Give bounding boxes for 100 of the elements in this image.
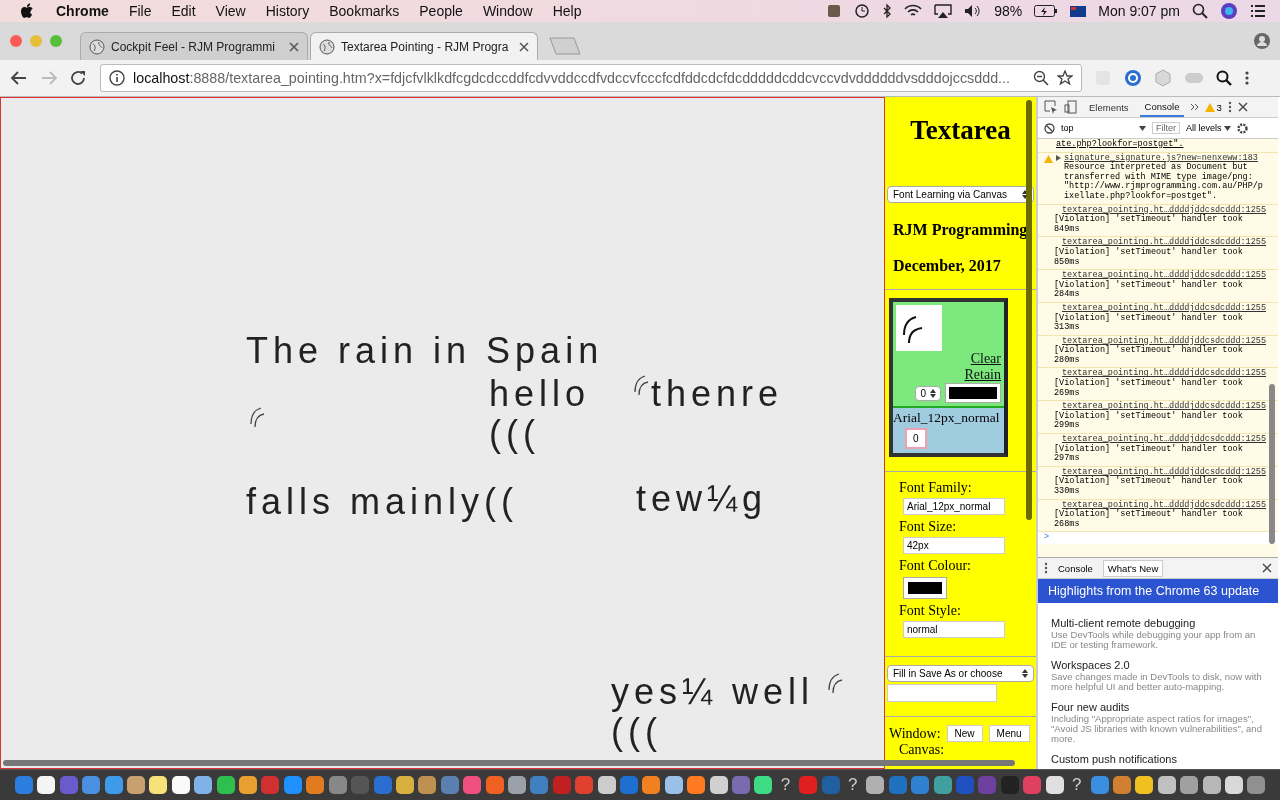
back-icon[interactable] xyxy=(10,70,28,86)
count-field[interactable]: 0 xyxy=(905,428,927,449)
more-menu-icon[interactable] xyxy=(1227,101,1232,113)
panel-button[interactable]: Menu xyxy=(988,725,1030,742)
menu-bar-item[interactable]: History xyxy=(265,3,310,19)
feature-title[interactable]: Custom push notifications xyxy=(1051,753,1270,765)
more-menu-icon[interactable] xyxy=(1044,562,1048,574)
volume-icon[interactable] xyxy=(964,4,983,18)
scrollbar[interactable] xyxy=(1026,100,1032,520)
app-icon[interactable] xyxy=(1179,775,1199,795)
drawer-tab[interactable]: Console xyxy=(1054,560,1097,576)
feature-title[interactable]: Multi-client remote debugging xyxy=(1051,617,1270,629)
clock-history-icon[interactable] xyxy=(854,3,871,19)
source-link[interactable]: textarea_pointing.ht…ddddjddcsdcddd:1255 xyxy=(1054,303,1266,314)
input-field[interactable]: 42px xyxy=(903,537,1005,554)
profile-icon[interactable] xyxy=(1254,33,1270,49)
reload-icon[interactable] xyxy=(70,70,88,86)
app-icon[interactable] xyxy=(708,775,728,795)
color-swatch[interactable] xyxy=(903,577,947,599)
app-icon[interactable] xyxy=(170,775,191,795)
input-field[interactable]: Arial_12px_normal xyxy=(903,498,1005,515)
close-icon[interactable] xyxy=(519,41,529,52)
app-icon[interactable] xyxy=(753,775,773,795)
apple-icon[interactable] xyxy=(20,3,34,19)
extension-icon[interactable] xyxy=(1124,69,1142,87)
link[interactable]: Clear xyxy=(970,351,1001,367)
flag-icon[interactable] xyxy=(1070,5,1087,17)
input-field[interactable] xyxy=(887,684,997,702)
browser-tab[interactable]: Cockpit Feel - RJM Programmi xyxy=(80,32,308,60)
app-icon[interactable] xyxy=(1201,775,1221,795)
save-dropdown[interactable]: Fill in Save As or choose xyxy=(887,665,1034,682)
siri-icon[interactable] xyxy=(1220,2,1238,20)
filter-field[interactable]: Filter xyxy=(1152,122,1180,134)
source-link[interactable]: textarea_pointing.ht…ddddjddcsdcddd:1255 xyxy=(1054,271,1266,281)
menu-bar-item[interactable]: Window xyxy=(482,3,533,19)
feature-title[interactable]: Four new audits xyxy=(1051,701,1270,713)
app-icon[interactable] xyxy=(126,775,146,795)
drawing-canvas[interactable]: The rain in Spain hello thenre ((( falls mainly(( tew¼g yes¼ well ((( xyxy=(0,97,885,769)
star-icon[interactable] xyxy=(1057,70,1073,86)
scrollbar[interactable] xyxy=(3,760,1015,766)
drawer-tab[interactable]: What's New xyxy=(1102,559,1164,577)
battery-icon[interactable] xyxy=(1034,5,1059,17)
inspect-icon[interactable] xyxy=(1044,100,1058,114)
link[interactable]: Retain xyxy=(964,367,1001,383)
unknown-app-icon[interactable]: ? xyxy=(775,775,796,795)
scrollbar[interactable] xyxy=(1269,384,1275,544)
app-icon[interactable] xyxy=(506,775,527,795)
search-icon[interactable] xyxy=(1192,3,1208,19)
bluetooth-icon[interactable] xyxy=(882,3,893,19)
devtools-tab[interactable]: Console xyxy=(1139,97,1185,117)
app-icon[interactable] xyxy=(596,775,616,795)
color-swatch[interactable] xyxy=(945,383,1001,403)
zoom-out-icon[interactable] xyxy=(1033,70,1049,86)
browser-tab[interactable]: Textarea Pointing - RJM Progra xyxy=(310,32,538,60)
app-icon[interactable] xyxy=(215,775,236,795)
wifi-icon[interactable] xyxy=(904,4,923,18)
unknown-app-icon[interactable]: ? xyxy=(843,775,863,795)
app-icon[interactable] xyxy=(1044,775,1065,795)
mode-dropdown[interactable]: Font Learning via Canvas xyxy=(887,186,1034,203)
source-link[interactable]: signature_signature.js?new=nenxeww:183 xyxy=(1064,153,1266,164)
panel-button[interactable]: New xyxy=(946,725,983,742)
airplay-icon[interactable] xyxy=(934,4,953,18)
unknown-app-icon[interactable]: ? xyxy=(1067,775,1087,795)
app-icon[interactable] xyxy=(663,775,684,795)
menu-bar-item[interactable]: View xyxy=(215,3,246,19)
menu-bar-item[interactable]: File xyxy=(128,3,152,19)
search-icon[interactable] xyxy=(1216,70,1232,86)
source-link[interactable]: textarea_pointing.ht…ddddjddcsdcddd:1255 xyxy=(1054,238,1266,248)
app-icon[interactable] xyxy=(148,775,168,795)
menu-bar-item[interactable]: Help xyxy=(552,3,582,19)
more-menu-icon[interactable] xyxy=(1244,70,1250,86)
clear-console-icon[interactable] xyxy=(1044,122,1055,134)
source-link[interactable]: textarea_pointing.ht…ddddjddcsdcddd:1255 xyxy=(1054,402,1266,412)
settings-icon[interactable] xyxy=(1237,122,1248,134)
address-bar[interactable]: localhost:8888/textarea_pointing.htm?x=fdjcfvlklkdfcgdcdccddfcdvvddccdfvdccvfcccfcdfddcdcfdcdddddcddcvccvdvddddddvsdddojccsddd... xyxy=(100,64,1082,92)
input-field[interactable]: normal xyxy=(903,621,1005,638)
list-icon[interactable] xyxy=(1250,4,1266,18)
device-icon[interactable] xyxy=(1064,100,1078,114)
chevron-icon[interactable] xyxy=(1190,101,1200,113)
context-dropdown[interactable]: top xyxy=(1061,123,1146,133)
levels-dropdown[interactable]: All levels xyxy=(1186,123,1231,133)
close-icon[interactable] xyxy=(1237,102,1248,112)
app-icon[interactable] xyxy=(238,775,258,795)
expand-arrow-icon[interactable] xyxy=(1056,154,1061,161)
console-prompt[interactable]: > xyxy=(1038,532,1278,544)
menu-app-name[interactable]: Chrome xyxy=(56,3,109,19)
app-icon[interactable] xyxy=(1134,775,1154,795)
app-icon[interactable] xyxy=(865,775,885,795)
source-link[interactable]: textarea_pointing.ht…ddddjddcsdcddd:1255 xyxy=(1054,435,1266,445)
app-icon[interactable] xyxy=(394,775,415,795)
close-icon[interactable] xyxy=(1262,563,1272,573)
feature-title[interactable]: Workspaces 2.0 xyxy=(1051,659,1270,671)
menu-bar-item[interactable]: Edit xyxy=(171,3,196,19)
menu-bar-item[interactable]: Bookmarks xyxy=(329,3,400,19)
number-spinner[interactable]: 0 xyxy=(915,385,941,401)
status-icon[interactable] xyxy=(826,3,843,19)
app-icon[interactable] xyxy=(36,775,56,795)
app-icon[interactable] xyxy=(193,775,213,795)
devtools-tab[interactable]: Elements xyxy=(1084,98,1134,116)
menu-clock[interactable]: Mon 9:07 pm xyxy=(1098,3,1180,19)
